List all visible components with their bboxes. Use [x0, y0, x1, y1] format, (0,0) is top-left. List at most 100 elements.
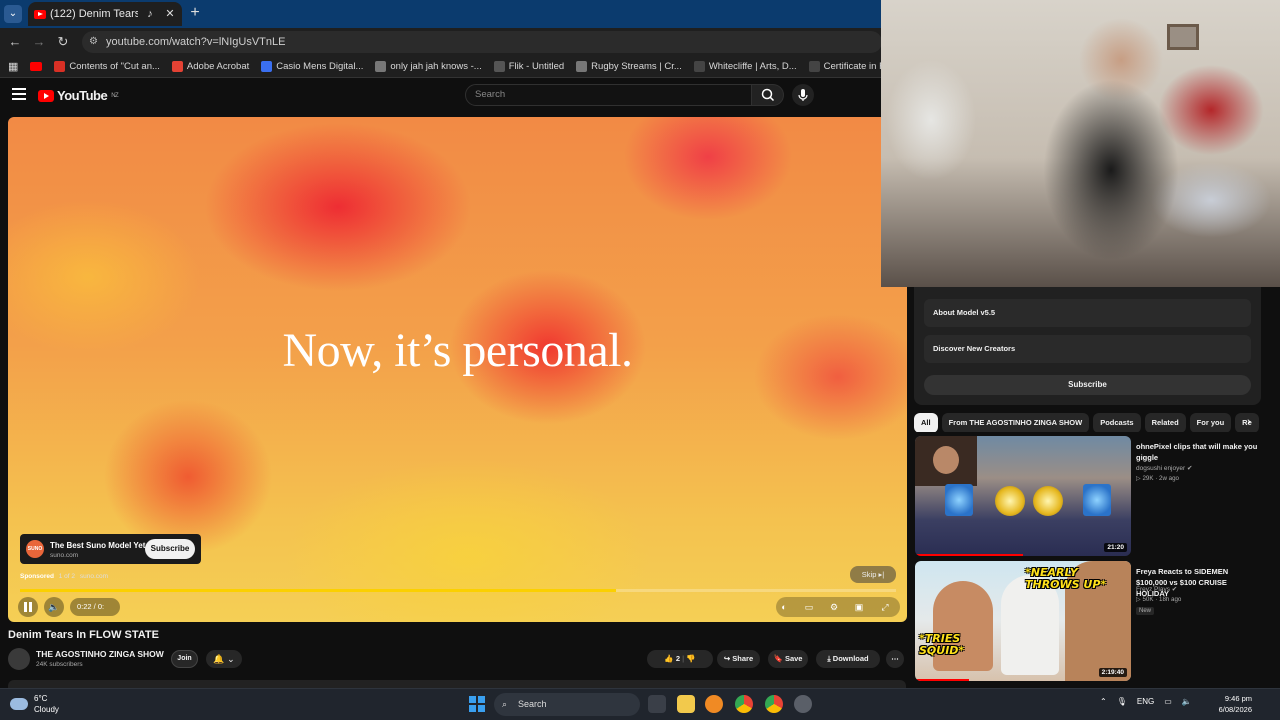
- chrome-icon[interactable]: [735, 695, 753, 713]
- video-title-main: Denim Tears In FLOW STATE: [8, 629, 159, 641]
- video-channel[interactable]: dogsushi enjoyer ✔: [1136, 464, 1192, 472]
- volume-icon[interactable]: 🔈: [1182, 697, 1192, 706]
- advertiser-logo: SUNO: [26, 540, 44, 558]
- active-tab[interactable]: (122) Denim Tears In FLOW ♪ ✕: [28, 2, 182, 26]
- new-tab-button[interactable]: +: [186, 5, 204, 23]
- menu-icon[interactable]: [12, 88, 26, 100]
- coin-image: [1033, 486, 1063, 516]
- browser-icon[interactable]: [705, 695, 723, 713]
- miniplayer-icon[interactable]: ▣: [851, 599, 867, 615]
- thumbs-down-icon[interactable]: 👎: [686, 654, 695, 663]
- chrome-icon[interactable]: [765, 695, 783, 713]
- autoplay-toggle-icon[interactable]: ◐: [776, 599, 792, 615]
- video-player[interactable]: Now, it’s personal. SUNO The Best Suno M…: [8, 117, 907, 622]
- join-button[interactable]: Join: [171, 650, 198, 668]
- address-bar[interactable]: ⚙ youtube.com/watch?v=lNIgUsVTnLE: [82, 31, 882, 53]
- ad-url[interactable]: suno.com: [80, 573, 108, 580]
- chevron-right-icon[interactable]: ›: [1241, 414, 1257, 430]
- skip-label: Skip: [861, 570, 877, 579]
- verified-icon: ✔: [1171, 586, 1178, 593]
- voice-search-button[interactable]: [792, 84, 814, 106]
- reload-icon[interactable]: ↻: [54, 33, 72, 51]
- bookmark-favicon-icon: [693, 61, 705, 72]
- like-button[interactable]: 👍 2: [664, 654, 680, 663]
- bookmark-item[interactable]: Contents of "Cut an...: [54, 61, 160, 72]
- back-arrow-icon[interactable]: ←: [6, 33, 24, 51]
- start-button[interactable]: [469, 696, 485, 712]
- microphone-icon[interactable]: 🎙: [1117, 697, 1127, 706]
- bookmark-youtube-icon[interactable]: [30, 62, 43, 71]
- recommended-video[interactable]: 21:20 ohnePixel clips that will make you…: [915, 436, 1260, 556]
- save-button[interactable]: 🔖 Save: [768, 650, 808, 668]
- taskbar-search[interactable]: ⌕ Search: [494, 693, 640, 716]
- search-placeholder: Search: [475, 89, 506, 100]
- bookmark-item[interactable]: Flik - Untitled: [493, 61, 564, 72]
- bookmark-item[interactable]: Adobe Acrobat: [171, 61, 249, 72]
- pause-button[interactable]: [18, 597, 38, 617]
- channel-name: dogsushi enjoyer: [1136, 465, 1186, 472]
- language-indicator[interactable]: ENG: [1137, 697, 1154, 706]
- skip-ad-button[interactable]: Skip ▸|: [850, 566, 896, 583]
- site-info-icon[interactable]: ⚙: [89, 31, 98, 53]
- file-explorer-icon[interactable]: [677, 695, 695, 713]
- wall-picture-frame: [1167, 24, 1199, 50]
- chip-podcasts[interactable]: Podcasts: [1093, 413, 1141, 432]
- download-button[interactable]: ⤓ Download: [816, 650, 880, 668]
- share-button[interactable]: ↪ Share: [717, 650, 760, 668]
- clock[interactable]: 9:46 pm 6/08/2026: [1212, 693, 1252, 715]
- volume-icon[interactable]: 🔈: [44, 597, 64, 617]
- video-thumbnail[interactable]: *NEARLY THROWS UP* *TRIES SQUID* 2:19:40: [915, 561, 1131, 681]
- panel-subscribe-button[interactable]: Subscribe: [924, 375, 1251, 395]
- chip-related[interactable]: Related: [1144, 413, 1186, 432]
- bookmark-label: only jah jah knows -...: [390, 61, 482, 72]
- clock-time: 9:46 pm: [1224, 694, 1252, 703]
- video-views: 50K: [1142, 596, 1154, 603]
- app-icon[interactable]: [794, 695, 812, 713]
- microphone-icon: [798, 89, 808, 101]
- youtube-logo[interactable]: YouTube NZ: [38, 88, 119, 103]
- channel-name-main[interactable]: THE AGOSTINHO ZINGA SHOW: [36, 649, 164, 659]
- progress-bar[interactable]: [20, 589, 896, 592]
- apps-grid-icon[interactable]: ▦: [8, 60, 18, 73]
- fullscreen-icon[interactable]: ⤢: [877, 599, 893, 615]
- video-thumbnail[interactable]: 21:20: [915, 436, 1131, 556]
- bookmark-item[interactable]: Rugby Streams | Cr...: [576, 61, 682, 72]
- about-model-card[interactable]: About Model v5.5: [924, 299, 1251, 327]
- discover-creators-card[interactable]: Discover New Creators: [924, 335, 1251, 363]
- tab-search-button[interactable]: ⌄: [4, 5, 22, 23]
- description-box[interactable]: [8, 680, 906, 688]
- channel-avatar[interactable]: [8, 648, 30, 670]
- search-button[interactable]: [752, 84, 784, 106]
- notification-bell-button[interactable]: 🔔 ⌄: [206, 650, 242, 668]
- settings-gear-icon[interactable]: ⚙: [826, 599, 842, 615]
- bookmark-label: Rugby Streams | Cr...: [591, 61, 682, 72]
- speaker-icon[interactable]: ♪: [142, 6, 158, 22]
- ad-subscribe-button[interactable]: Subscribe: [145, 539, 195, 559]
- video-title[interactable]: ohnePixel clips that will make you giggl…: [1136, 441, 1260, 463]
- video-channel[interactable]: Freyz Plays ✔: [1136, 585, 1177, 593]
- chevron-up-icon[interactable]: ⌃: [1100, 697, 1107, 706]
- recommended-video[interactable]: *NEARLY THROWS UP* *TRIES SQUID* 2:19:40…: [915, 561, 1260, 681]
- video-age: 2w ago: [1159, 475, 1179, 482]
- bookmark-item[interactable]: Casio Mens Digital...: [261, 61, 363, 72]
- ad-title[interactable]: The Best Suno Model Yet: [50, 541, 145, 550]
- bookmark-item[interactable]: Whitecliffe | Arts, D...: [693, 61, 797, 72]
- captions-icon[interactable]: ▭: [801, 599, 817, 615]
- close-tab-icon[interactable]: ✕: [162, 6, 178, 22]
- logo-text: YouTube: [57, 88, 108, 103]
- network-icon[interactable]: ▭: [1164, 697, 1172, 706]
- bookmark-item[interactable]: only jah jah knows -...: [375, 61, 482, 72]
- watched-progress: [915, 554, 1023, 556]
- chevron-down-icon: ⌄: [224, 654, 235, 664]
- video-title[interactable]: Freya Reacts to SIDEMEN $100,000 vs $100…: [1136, 566, 1260, 599]
- webcam-overlay: [881, 0, 1280, 287]
- ad-card[interactable]: SUNO The Best Suno Model Yet suno.com Su…: [20, 534, 201, 564]
- chip-from-channel[interactable]: From THE AGOSTINHO ZINGA SHOW: [941, 413, 1090, 432]
- search-input[interactable]: Search: [465, 84, 752, 106]
- forward-arrow-icon[interactable]: →: [30, 33, 48, 51]
- chip-all[interactable]: All: [914, 413, 938, 432]
- task-view-icon[interactable]: [648, 695, 666, 713]
- bookmark-label: Contents of "Cut an...: [69, 61, 160, 72]
- chip-for-you[interactable]: For you: [1189, 413, 1232, 432]
- more-actions-button[interactable]: ⋯: [886, 650, 904, 668]
